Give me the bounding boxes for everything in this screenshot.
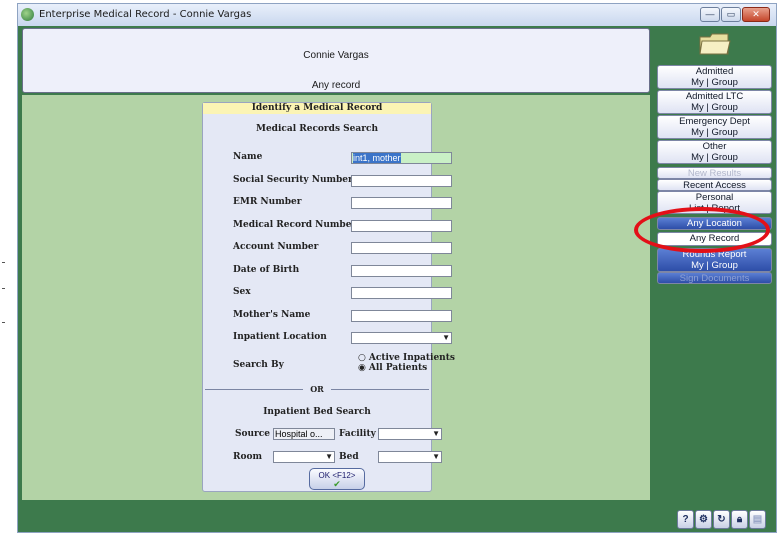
nav-rounds-report[interactable]: Rounds Report My | Group — [657, 248, 772, 272]
nav-emergency-label: Emergency Dept — [679, 116, 750, 127]
facility-select[interactable]: ▼ — [378, 428, 442, 440]
or-separator: OR — [303, 384, 331, 394]
account-number-input[interactable] — [351, 242, 452, 254]
nav-emergency-dept[interactable]: Emergency Dept My | Group — [657, 115, 772, 139]
source-input[interactable]: Hospital o... — [273, 428, 335, 440]
patient-header: Connie Vargas Any record — [22, 28, 650, 93]
nav-recent-access[interactable]: Recent Access — [657, 179, 772, 191]
sex-input[interactable] — [351, 287, 452, 299]
dob-label: Date of Birth — [233, 265, 300, 275]
radio-empty-icon: ○ — [358, 353, 366, 363]
search-by-label: Search By — [233, 360, 284, 370]
bed-label: Bed — [339, 452, 359, 462]
header-subtitle: Any record — [311, 80, 361, 91]
dialog-title: Identify a Medical Record — [203, 103, 431, 114]
nav-admitted-ltc-label: Admitted LTC — [685, 91, 744, 102]
application-window: Enterprise Medical Record - Connie Varga… — [17, 3, 777, 533]
mrn-input[interactable] — [351, 220, 452, 232]
bed-select[interactable]: ▼ — [378, 451, 442, 463]
nav-other-label: Other — [702, 141, 727, 152]
radio-all-label: All Patients — [368, 363, 428, 373]
ssn-label: Social Security Number — [233, 175, 353, 185]
ssn-input[interactable] — [351, 175, 452, 187]
nav-sign-documents[interactable]: Sign Documents — [657, 272, 772, 284]
room-select[interactable]: ▼ — [273, 451, 335, 463]
nav-other-sub[interactable]: My | Group — [658, 152, 771, 163]
bed-search-heading: Inpatient Bed Search — [263, 407, 371, 417]
nav-admitted-ltc-sub[interactable]: My | Group — [658, 102, 771, 113]
settings-icon[interactable]: ⚙ — [695, 510, 712, 529]
nav-rounds-sub[interactable]: My | Group — [658, 260, 771, 271]
checkmark-icon: ✔ — [333, 479, 341, 489]
main-content: Identify a Medical Record Medical Record… — [22, 95, 650, 500]
room-label: Room — [233, 452, 263, 462]
refresh-icon[interactable]: ↻ — [713, 510, 730, 529]
identify-record-dialog: Identify a Medical Record Medical Record… — [202, 102, 455, 492]
nav-admitted-sub[interactable]: My | Group — [658, 77, 771, 88]
restore-button[interactable]: ▭ — [721, 7, 741, 22]
nav-rounds-label: Rounds Report — [682, 249, 747, 260]
account-number-label: Account Number — [233, 242, 319, 252]
app-logo-icon — [21, 8, 34, 21]
name-input[interactable]: int1, mother — [351, 152, 452, 164]
nav-new-results[interactable]: New Results — [657, 167, 772, 179]
name-input-value: int1, mother — [353, 153, 401, 163]
name-label: Name — [233, 152, 263, 162]
ok-button[interactable]: OK <F12> ✔ — [309, 468, 365, 490]
inpatient-location-select[interactable]: ▼ — [351, 332, 452, 344]
title-bar: Enterprise Medical Record - Connie Varga… — [18, 4, 776, 26]
nav-admitted[interactable]: Admitted My | Group — [657, 65, 772, 89]
source-label: Source — [235, 429, 270, 439]
edge-mark — [2, 262, 5, 263]
minimize-button[interactable]: — — [700, 7, 720, 22]
window-body: Connie Vargas Any record Identify a Medi… — [18, 26, 776, 532]
mothers-name-input[interactable] — [351, 310, 452, 322]
records-search-heading: Medical Records Search — [255, 124, 378, 134]
navigation-panel: Admitted My | Group Admitted LTC My | Grou… — [654, 26, 776, 532]
emr-number-label: EMR Number — [233, 197, 302, 207]
nav-emergency-sub[interactable]: My | Group — [658, 127, 771, 138]
lock-icon[interactable]: 🔒︎ — [731, 510, 748, 529]
facility-label: Facility — [339, 429, 376, 439]
document-icon[interactable]: ▤ — [749, 510, 766, 529]
nav-admitted-label: Admitted — [695, 66, 734, 77]
radio-all-patients[interactable]: ◉ All Patients — [358, 363, 427, 373]
dropdown-arrow-icon: ▼ — [325, 452, 333, 461]
edge-mark — [2, 288, 5, 289]
dropdown-arrow-icon: ▼ — [432, 429, 440, 438]
radio-active-label: Active Inpatients — [368, 353, 455, 363]
patient-name: Connie Vargas — [303, 50, 369, 61]
nav-personal-label: Personal — [695, 192, 734, 203]
radio-selected-icon: ◉ — [358, 363, 366, 373]
nav-personal-sub[interactable]: List | Report — [658, 203, 771, 214]
nav-admitted-ltc[interactable]: Admitted LTC My | Group — [657, 90, 772, 114]
nav-other[interactable]: Other My | Group — [657, 140, 772, 164]
radio-active-inpatients[interactable]: ○ Active Inpatients — [358, 353, 455, 363]
dropdown-arrow-icon: ▼ — [442, 333, 450, 342]
folder-icon[interactable] — [698, 31, 732, 57]
mothers-name-label: Mother's Name — [233, 310, 311, 320]
window-title: Enterprise Medical Record - Connie Varga… — [39, 9, 252, 20]
emr-number-input[interactable] — [351, 197, 452, 209]
help-icon[interactable]: ? — [677, 510, 694, 529]
nav-personal[interactable]: Personal List | Report — [657, 191, 772, 214]
inpatient-location-label: Inpatient Location — [233, 332, 327, 342]
dropdown-arrow-icon: ▼ — [432, 452, 440, 461]
edge-mark — [2, 322, 5, 323]
sex-label: Sex — [233, 287, 251, 297]
close-button[interactable]: ✕ — [742, 7, 770, 22]
nav-any-location[interactable]: Any Location — [657, 217, 772, 230]
dob-input[interactable] — [351, 265, 452, 277]
mrn-label: Medical Record Number — [233, 220, 357, 230]
nav-any-record[interactable]: Any Record — [657, 232, 772, 246]
